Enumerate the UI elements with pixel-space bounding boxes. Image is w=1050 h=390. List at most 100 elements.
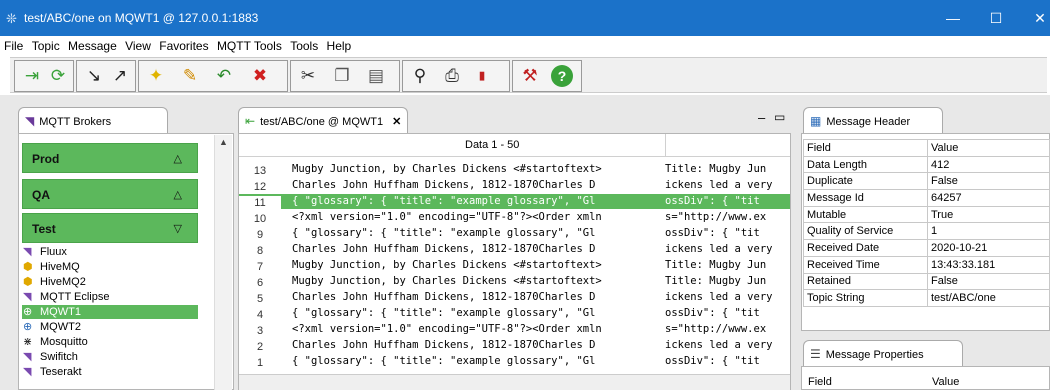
table-row[interactable]: Message Id 64257 [803, 189, 1050, 207]
row-number: 13 [253, 165, 267, 177]
message-payload: { "glossary": { "title": "example glossa… [292, 307, 596, 319]
topic-icon: ⇤ [245, 114, 256, 128]
row-number: 11 [239, 196, 281, 209]
message-row[interactable]: 6 Mugby Junction, by Charles Dickens <#st… [239, 274, 790, 289]
field-cell: Topic String [803, 289, 928, 307]
message-row[interactable]: 3 <?xml version="1.0" encoding="UTF-8"?><… [239, 322, 790, 337]
help-icon[interactable]: ? [551, 65, 573, 87]
message-row[interactable]: 9 { "glossary": { "title": "example gloss… [239, 226, 790, 241]
table-row[interactable]: Mutable True [803, 205, 1050, 224]
table-row[interactable]: Topic String test/ABC/one [803, 289, 1050, 307]
field-cell: Retained [803, 272, 928, 291]
message-row-selected[interactable]: 11 { "glossary": { "title": "example glos… [239, 194, 790, 209]
table-row[interactable]: Received Date 2020-10-21 [803, 239, 1050, 257]
close-button[interactable]: ✕ [1030, 8, 1050, 28]
messages-hscrollbar[interactable] [239, 374, 790, 390]
table-row[interactable]: Retained False [803, 272, 1050, 291]
table-row[interactable]: Data Length 412 [803, 155, 1050, 174]
field-cell: Message Id [803, 189, 928, 207]
broker-label: HiveMQ [40, 261, 80, 273]
broker-label: Teserakt [40, 366, 82, 378]
menu-mqtt-tools[interactable]: MQTT Tools [217, 36, 282, 56]
broker-item-hivemq[interactable]: ⬢ HiveMQ [22, 260, 198, 274]
message-row[interactable]: 12 Charles John Huffham Dickens, 1812-187… [239, 178, 790, 193]
row-number: 7 [256, 261, 264, 273]
field-cell: Mutable [803, 205, 928, 224]
menu-favorites[interactable]: Favorites [159, 36, 208, 56]
paste-icon[interactable]: ▤ [365, 65, 387, 87]
pdf-icon[interactable]: ▮ [471, 65, 493, 87]
table-row[interactable]: Duplicate False [803, 172, 1050, 191]
tab-message-header[interactable]: ▦ Message Header [803, 107, 943, 133]
subscribe-icon[interactable]: ↘ [83, 65, 105, 87]
messages-header-row: Data 1 - 50 [239, 134, 790, 157]
message-payload-cont: ossDiv": { "tit [665, 195, 760, 207]
broker-item-mqwt1[interactable]: ⊕ MQWT1 [22, 305, 198, 319]
message-row[interactable]: 4 { "glossary": { "title": "example gloss… [239, 306, 790, 321]
broker-icon: ◥ [25, 114, 35, 128]
broker-label: MQWT2 [40, 321, 81, 333]
menu-tools[interactable]: Tools [290, 36, 318, 56]
broker-item-swifitch[interactable]: ◥ Swifitch [22, 350, 198, 364]
messages-column-header[interactable]: Data 1 - 50 [465, 139, 519, 151]
unsubscribe-icon[interactable]: ↗ [109, 65, 131, 87]
message-payload: { "glossary": { "title": "example glossa… [292, 195, 596, 207]
message-row[interactable]: 13 Mugby Junction, by Charles Dickens <#s… [239, 162, 790, 177]
column-divider [665, 134, 666, 157]
broker-item-mosquitto[interactable]: ⋇ Mosquitto [22, 335, 198, 349]
menu-message[interactable]: Message [68, 36, 117, 56]
tab-topic-messages-label: test/ABC/one @ MQWT1 [260, 116, 384, 128]
column-header-value: Value [932, 376, 960, 388]
menu-view[interactable]: View [125, 36, 151, 56]
cut-icon[interactable]: ✂ [297, 65, 319, 87]
panel-minimize-icon[interactable]: – [758, 110, 765, 125]
maximize-button[interactable]: ☐ [986, 8, 1006, 28]
edit-icon[interactable]: ✎ [179, 65, 201, 87]
delete-icon[interactable]: ✖ [249, 65, 271, 87]
copy-icon[interactable]: ❐ [331, 65, 353, 87]
row-number: 12 [253, 181, 267, 193]
broker-label: Fluux [40, 246, 67, 258]
scroll-up-icon[interactable]: ▲ [219, 137, 228, 147]
menu-help[interactable]: Help [327, 36, 352, 56]
broker-item-mqwt2[interactable]: ⊕ MQWT2 [22, 320, 198, 334]
value-cell: True [927, 205, 1050, 224]
menu-file[interactable]: File [4, 36, 23, 56]
row-number: 3 [256, 325, 264, 337]
find-icon[interactable]: ⚲ [409, 65, 431, 87]
panel-maximize-icon[interactable]: ▭ [774, 110, 785, 124]
broker-item-hivemq2[interactable]: ⬢ HiveMQ2 [22, 275, 198, 289]
reply-icon[interactable]: ↶ [213, 65, 235, 87]
message-row[interactable]: 1 { "glossary": { "title": "example gloss… [239, 354, 790, 369]
message-row[interactable]: 10 <?xml version="1.0" encoding="UTF-8"?>… [239, 210, 790, 225]
env-group-qa[interactable]: QA △ [22, 179, 198, 209]
broker-item-fluux[interactable]: ◥ Fluux [22, 245, 198, 259]
table-header-row: Field Value [803, 139, 1050, 157]
table-row[interactable]: Quality of Service 1 [803, 222, 1050, 241]
value-cell: False [927, 272, 1050, 291]
tab-message-properties[interactable]: ☰ Message Properties [803, 340, 963, 366]
close-tab-icon[interactable]: ✕ [392, 116, 401, 128]
tab-mqtt-brokers[interactable]: ◥ MQTT Brokers [18, 107, 168, 133]
env-group-prod[interactable]: Prod △ [22, 143, 198, 173]
minimize-button[interactable]: — [943, 8, 963, 28]
brokers-scrollbar[interactable]: ▲ [214, 135, 232, 390]
menu-topic[interactable]: Topic [32, 36, 60, 56]
message-row[interactable]: 5 Charles John Huffham Dickens, 1812-1870… [239, 290, 790, 305]
table-row[interactable]: Received Time 13:43:33.181 [803, 255, 1050, 274]
refresh-icon[interactable]: ⟳ [47, 65, 69, 87]
message-row[interactable]: 7 Mugby Junction, by Charles Dickens <#st… [239, 258, 790, 273]
new-icon[interactable]: ✦ [145, 65, 167, 87]
message-row[interactable]: 2 Charles John Huffham Dickens, 1812-1870… [239, 338, 790, 353]
message-row[interactable]: 8 Charles John Huffham Dickens, 1812-1870… [239, 242, 790, 257]
tools-icon[interactable]: ⚒ [519, 65, 541, 87]
column-header-field: Field [808, 376, 832, 388]
broker-item-mqtt-eclipse[interactable]: ◥ MQTT Eclipse [22, 290, 198, 304]
row-number: 10 [253, 213, 267, 225]
tab-topic-messages[interactable]: ⇤ test/ABC/one @ MQWT1 ✕ [238, 107, 408, 133]
print-icon[interactable]: ⎙ [441, 65, 463, 87]
toolbar-group-subscribe: ↘ ↗ [76, 60, 136, 92]
broker-item-teserakt[interactable]: ◥ Teserakt [22, 365, 198, 379]
env-group-test[interactable]: Test ▽ [22, 213, 198, 243]
connect-icon[interactable]: ⇥ [21, 65, 43, 87]
